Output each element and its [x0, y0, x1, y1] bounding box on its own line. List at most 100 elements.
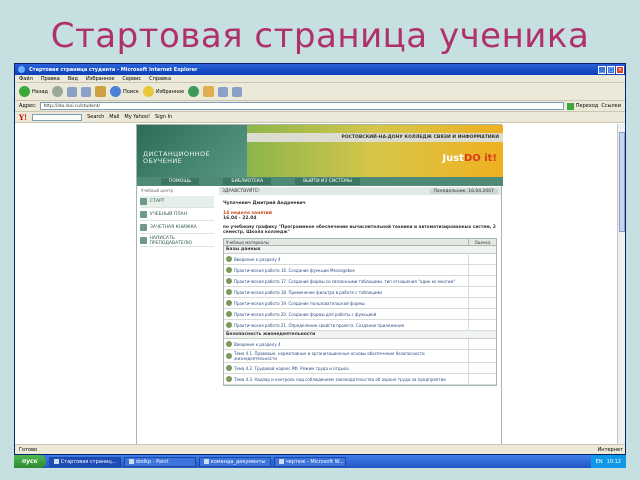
start-button[interactable]: пуск [14, 455, 46, 468]
close-button[interactable]: × [616, 65, 624, 74]
current-date: Понедельник, 16.04.2007 [429, 188, 498, 194]
star-icon [142, 86, 154, 97]
material-link[interactable]: Введение к разделу 4 [224, 340, 468, 348]
material-link[interactable]: Тема 4.2. Трудовой кодекс РФ. Режим труд… [224, 364, 468, 372]
material-link[interactable]: Тема 4.1. Правовые, нормативные и органи… [224, 350, 468, 362]
materials-table: Учебные материалы Оценка Базы данных Введ… [223, 238, 497, 386]
sidebar-item-label: УЧЕБНЫЙ ПЛАН [150, 212, 188, 217]
table-row[interactable]: Введение к разделу 4 [224, 254, 496, 265]
material-icon [226, 267, 232, 273]
address-input[interactable]: http://ido.rksi.ru/student/ [39, 102, 564, 110]
sidebar-item-plan[interactable]: УЧЕБНЫЙ ПЛАН [140, 209, 214, 221]
sidebar-item-label: НАПИСАТЬ ПРЕПОДАВАТЕЛЮ [149, 235, 192, 246]
col-materials: Учебные материалы [226, 240, 269, 245]
yahoo-search-button[interactable]: Search [87, 114, 104, 120]
material-link[interactable]: Практическая работа 20. Создание формы д… [224, 310, 468, 318]
grade-cell [468, 339, 496, 349]
search-button[interactable]: Поиск [110, 86, 139, 97]
doit-word: DO it! [463, 153, 497, 164]
grade-cell [468, 298, 496, 308]
site-logo[interactable]: ДИСТАНЦИОННОЕ ОБУЧЕНИЕ [143, 151, 210, 165]
my-yahoo-link[interactable]: My Yahoo! [124, 114, 150, 120]
sidebar-item-start[interactable]: СТАРТ [140, 196, 214, 208]
menu-file[interactable]: Файл [19, 76, 33, 82]
favorites-label: Избранное [155, 88, 185, 95]
forward-icon[interactable] [52, 86, 64, 97]
media-icon[interactable] [188, 86, 200, 97]
material-link[interactable]: Введение к разделу 4 [224, 255, 468, 263]
yahoo-signin-link[interactable]: Sign In [155, 114, 172, 120]
status-bar: Готово Интернет [15, 444, 625, 454]
table-row[interactable]: Практическая работа 19. Создание пользов… [224, 298, 496, 309]
table-row[interactable]: Практическая работа 21. Определение свой… [224, 320, 496, 331]
sidebar-item-write-teacher[interactable]: НАПИСАТЬ ПРЕПОДАВАТЕЛЮ [140, 235, 214, 247]
grade-cell [468, 276, 496, 286]
week-dates: 16.04 - 22.04 [223, 216, 257, 221]
table-body: Базы данных Введение к разделу 4 Практичес… [224, 246, 496, 385]
table-row[interactable]: Практическая работа 18. Применение фильт… [224, 287, 496, 298]
maximize-button[interactable]: □ [607, 65, 615, 74]
scroll-thumb[interactable] [619, 132, 625, 232]
material-link[interactable]: Практическая работа 21. Определение свой… [224, 321, 468, 329]
logo-line-2: ОБУЧЕНИЕ [143, 157, 183, 165]
material-icon [226, 256, 232, 262]
grade-cell [468, 374, 496, 384]
grade-cell [468, 254, 496, 264]
section-title: Базы данных [224, 246, 496, 254]
go-button[interactable]: Переход [566, 102, 598, 110]
table-row[interactable]: Тема 4.1. Правовые, нормативные и органи… [224, 350, 496, 363]
table-row[interactable]: Тема 4.3. Надзор и контроль над соблюден… [224, 374, 496, 385]
menu-edit[interactable]: Правка [41, 76, 60, 82]
home-icon[interactable] [95, 86, 107, 97]
task-word[interactable]: чертеж - Microsoft W... [273, 456, 346, 467]
page-viewport: ДИСТАНЦИОННОЕ ОБУЧЕНИЕ РОСТОВСКИЙ-НА-ДОН… [15, 124, 625, 446]
back-button[interactable]: Назад [19, 86, 48, 97]
print-icon[interactable] [218, 86, 229, 97]
material-title: Практическая работа 21. Определение свой… [234, 322, 404, 328]
material-link[interactable]: Практическая работа 18. Применение фильт… [224, 288, 468, 296]
grade-cell [468, 287, 496, 297]
vertical-scrollbar[interactable] [617, 124, 625, 445]
table-row[interactable]: Тема 4.2. Трудовой кодекс РФ. Режим труд… [224, 363, 496, 374]
back-label: Назад [32, 88, 49, 95]
main-content: ЗДРАВСТВУЙТЕ! Понедельник, 16.04.2007 Чу… [219, 187, 501, 445]
material-icon [226, 341, 232, 347]
yahoo-mail-link[interactable]: Mail [109, 114, 119, 120]
menu-bar: Файл Правка Вид Избранное Сервис Справка [15, 75, 625, 83]
material-icon [226, 365, 232, 371]
stop-icon[interactable] [67, 86, 78, 97]
links-label[interactable]: Ссылки [601, 103, 621, 109]
table-row[interactable]: Практическая работа 17. Создание формы с… [224, 276, 496, 287]
menu-favorites[interactable]: Избранное [86, 76, 114, 82]
table-row[interactable]: Практическая работа 16. Создание функции… [224, 265, 496, 276]
table-row[interactable]: Введение к разделу 4 [224, 339, 496, 350]
justdo-word: Just [442, 153, 464, 164]
task-folder[interactable]: команда_документы [198, 456, 271, 467]
folder-icon[interactable] [232, 86, 243, 97]
nav-logout[interactable]: ВЫЙТИ ИЗ СИСТЕМЫ [295, 178, 360, 185]
material-link[interactable]: Практическая работа 19. Создание пользов… [224, 299, 468, 307]
mail-icon[interactable] [203, 86, 215, 97]
sidebar-item-gradebook[interactable]: ЗАЧЕТНАЯ КНИЖКА [140, 222, 214, 234]
table-row[interactable]: Практическая работа 20. Создание формы д… [224, 309, 496, 320]
language-indicator[interactable]: EN [596, 459, 603, 465]
search-icon [110, 86, 122, 97]
menu-view[interactable]: Вид [68, 76, 78, 82]
material-title: Практическая работа 16. Создание функции… [234, 267, 355, 273]
task-browser[interactable]: Стартовая страниц... [48, 456, 121, 467]
taskbar: пуск Стартовая страниц... dodkp - Paint … [14, 455, 626, 468]
task-paint[interactable]: dodkp - Paint [123, 456, 196, 467]
material-link[interactable]: Тема 4.3. Надзор и контроль над соблюден… [224, 375, 468, 383]
site-page: ДИСТАНЦИОННОЕ ОБУЧЕНИЕ РОСТОВСКИЙ-НА-ДОН… [136, 124, 503, 446]
favorites-button[interactable]: Избранное [142, 86, 185, 97]
nav-library[interactable]: БИБЛИОТЕКА [223, 178, 272, 185]
material-link[interactable]: Практическая работа 16. Создание функции… [224, 266, 468, 274]
menu-tools[interactable]: Сервис [122, 76, 141, 82]
refresh-icon[interactable] [81, 86, 92, 97]
nav-help[interactable]: ПОМОЩЬ [161, 178, 200, 185]
material-link[interactable]: Практическая работа 17. Создание формы с… [224, 277, 468, 285]
yahoo-search-input[interactable] [32, 113, 83, 121]
menu-help[interactable]: Справка [149, 76, 171, 82]
yahoo-logo[interactable]: Y! [19, 113, 27, 122]
minimize-button[interactable]: _ [598, 65, 606, 74]
